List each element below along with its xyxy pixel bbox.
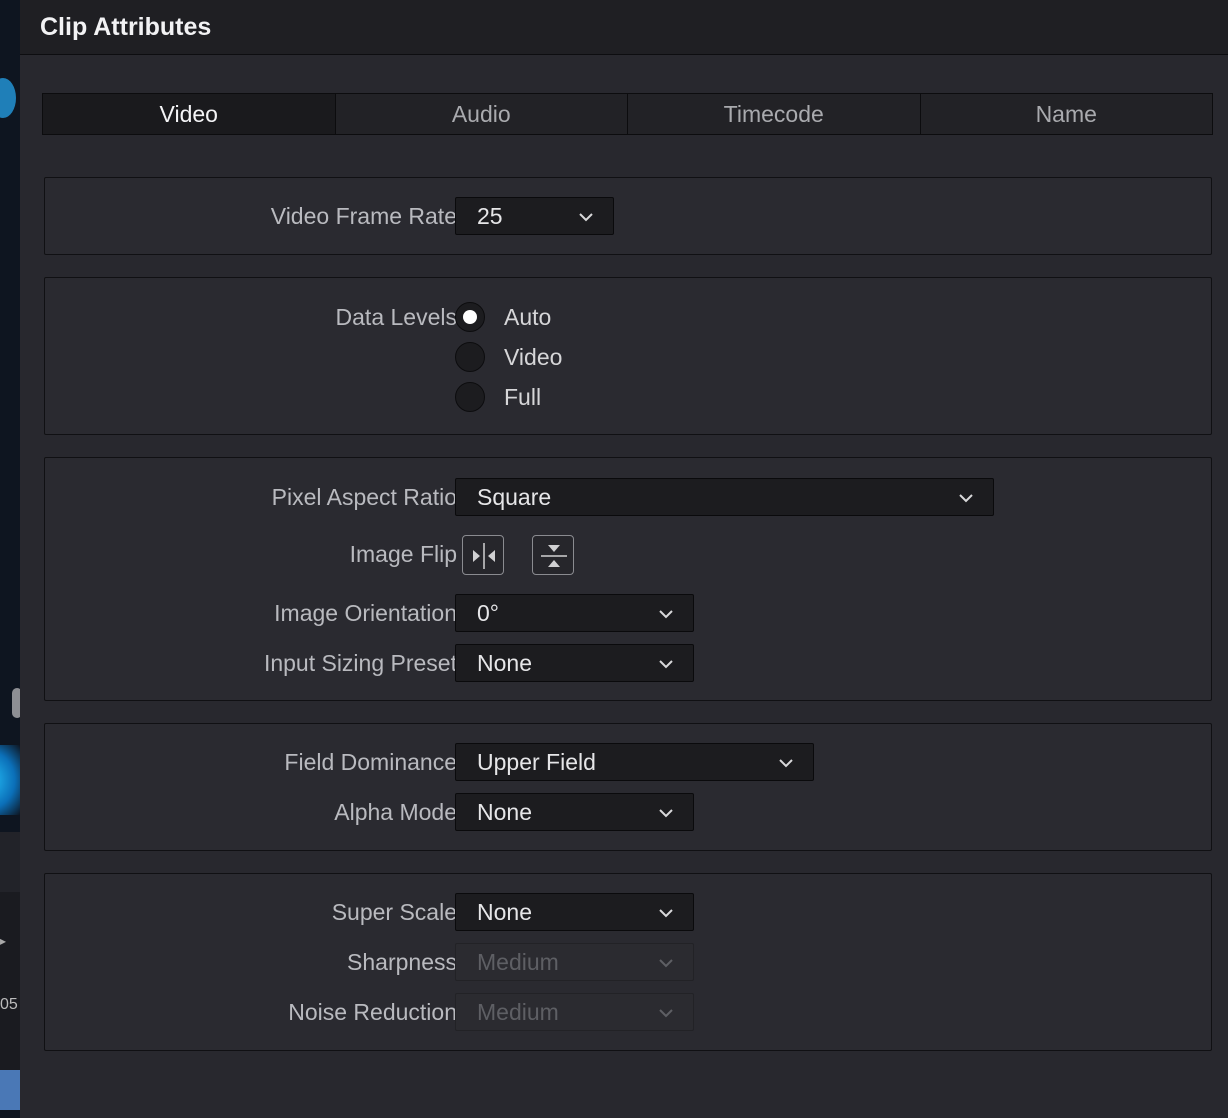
alpha-mode-value: None xyxy=(477,799,532,825)
image-orientation-row: Image Orientation 0° xyxy=(45,594,1211,632)
tab-name[interactable]: Name xyxy=(921,94,1213,134)
frame-rate-dropdown[interactable]: 25 xyxy=(455,197,614,235)
sharpness-value: Medium xyxy=(477,949,559,975)
data-levels-option-auto[interactable]: Auto xyxy=(455,300,551,334)
input-sizing-preset-dropdown[interactable]: None xyxy=(455,644,694,682)
background-viewer-glow xyxy=(0,78,16,118)
frame-rate-group: Video Frame Rate 25 xyxy=(44,177,1212,255)
data-levels-group: Data Levels Auto Video Full xyxy=(44,277,1212,435)
chevron-down-icon xyxy=(659,909,673,918)
super-scale-row: Super Scale None xyxy=(45,893,1211,931)
image-flip-label: Image Flip xyxy=(349,541,457,567)
input-sizing-preset-label: Input Sizing Preset xyxy=(263,650,457,676)
background-timeline-strip: ▸ 05 xyxy=(0,0,20,1118)
super-scale-value: None xyxy=(477,899,532,925)
pixel-aspect-ratio-value: Square xyxy=(477,484,552,510)
super-scale-label: Super Scale xyxy=(331,899,457,925)
pixel-aspect-ratio-row: Pixel Aspect Ratio Square xyxy=(45,478,1211,516)
chevron-down-icon xyxy=(659,809,673,818)
field-dominance-label: Field Dominance xyxy=(284,749,457,775)
frame-rate-row: Video Frame Rate 25 xyxy=(45,197,1211,235)
sharpness-row: Sharpness Medium xyxy=(45,943,1211,981)
flip-horizontal-button[interactable] xyxy=(462,535,504,575)
data-levels-option-full[interactable]: Full xyxy=(455,380,541,414)
image-flip-row: Image Flip xyxy=(45,535,1211,575)
radio-label-video: Video xyxy=(504,343,563,370)
background-toolbar-band xyxy=(0,832,20,892)
noise-reduction-label: Noise Reduction xyxy=(288,999,457,1025)
image-geometry-group: Pixel Aspect Ratio Square Image Flip Ima… xyxy=(44,457,1212,701)
background-play-arrow-icon: ▸ xyxy=(0,934,7,948)
chevron-down-icon xyxy=(659,1009,673,1018)
image-orientation-value: 0° xyxy=(477,600,499,626)
noise-reduction-value: Medium xyxy=(477,999,559,1025)
super-scale-dropdown[interactable]: None xyxy=(455,893,694,931)
flip-vertical-button[interactable] xyxy=(532,535,574,575)
radio-button-video[interactable] xyxy=(455,342,485,372)
data-levels-row: Data Levels xyxy=(45,298,1211,336)
flip-vertical-icon xyxy=(541,545,567,567)
radio-label-auto: Auto xyxy=(504,303,552,330)
radio-button-full[interactable] xyxy=(455,382,485,412)
pixel-aspect-ratio-dropdown[interactable]: Square xyxy=(455,478,994,516)
chevron-down-icon xyxy=(659,959,673,968)
alpha-mode-label: Alpha Mode xyxy=(334,799,457,825)
tab-timecode[interactable]: Timecode xyxy=(628,94,921,134)
dialog-title: Clip Attributes xyxy=(40,12,212,41)
background-clip xyxy=(0,1070,20,1110)
sharpness-label: Sharpness xyxy=(347,949,457,975)
noise-reduction-dropdown: Medium xyxy=(455,993,694,1031)
data-levels-label: Data Levels xyxy=(335,304,457,330)
tab-audio[interactable]: Audio xyxy=(336,94,628,134)
radio-button-auto[interactable] xyxy=(455,302,485,332)
frame-rate-label: Video Frame Rate xyxy=(270,203,457,229)
chevron-down-icon xyxy=(659,660,673,669)
background-scroll-knob xyxy=(12,688,20,718)
data-levels-option-video[interactable]: Video xyxy=(455,340,562,374)
tab-bar: Video Audio Timecode Name xyxy=(42,93,1213,135)
clip-attributes-dialog: Clip Attributes Video Audio Timecode Nam… xyxy=(20,0,1228,1118)
radio-label-full: Full xyxy=(504,383,542,410)
tab-video[interactable]: Video xyxy=(43,94,336,134)
noise-reduction-row: Noise Reduction Medium xyxy=(45,993,1211,1031)
alpha-mode-row: Alpha Mode None xyxy=(45,793,1211,831)
background-viewer-highlight xyxy=(0,745,20,815)
input-sizing-preset-row: Input Sizing Preset None xyxy=(45,644,1211,682)
field-dominance-row: Field Dominance Upper Field xyxy=(45,743,1211,781)
chevron-down-icon xyxy=(659,610,673,619)
alpha-mode-dropdown[interactable]: None xyxy=(455,793,694,831)
field-dominance-value: Upper Field xyxy=(477,749,596,775)
super-scale-group: Super Scale None Sharpness Medium Noise … xyxy=(44,873,1212,1051)
frame-rate-value: 25 xyxy=(477,203,503,229)
background-timeline-number: 05 xyxy=(0,996,18,1013)
sharpness-dropdown: Medium xyxy=(455,943,694,981)
field-dominance-dropdown[interactable]: Upper Field xyxy=(455,743,814,781)
flip-horizontal-icon xyxy=(473,543,495,569)
image-orientation-label: Image Orientation xyxy=(274,600,457,626)
chevron-down-icon xyxy=(959,494,973,503)
chevron-down-icon xyxy=(579,213,593,222)
input-sizing-preset-value: None xyxy=(477,650,532,676)
image-orientation-dropdown[interactable]: 0° xyxy=(455,594,694,632)
chevron-down-icon xyxy=(779,759,793,768)
dialog-titlebar: Clip Attributes xyxy=(20,0,1228,55)
pixel-aspect-ratio-label: Pixel Aspect Ratio xyxy=(271,484,457,510)
field-alpha-group: Field Dominance Upper Field Alpha Mode N… xyxy=(44,723,1212,851)
background-timeline-band xyxy=(0,892,20,1072)
